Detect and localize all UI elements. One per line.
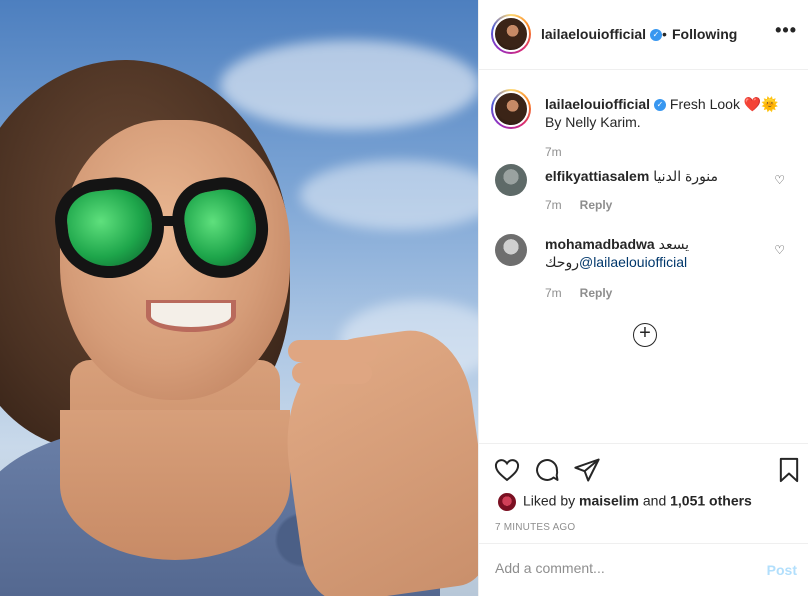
caption-author-avatar[interactable] xyxy=(491,89,531,129)
sunglasses-lens-right xyxy=(166,170,276,286)
photo-cloud xyxy=(300,160,478,230)
post-actions: Liked by maiselim and 1,051 others 7 MIN… xyxy=(479,443,808,543)
commenter-avatar[interactable] xyxy=(495,164,527,196)
photo-finger xyxy=(292,362,372,384)
liker-avatar[interactable] xyxy=(497,492,517,512)
photo-finger xyxy=(288,340,378,362)
verified-badge-icon: ✓ xyxy=(654,99,667,112)
comment-text: يسعد xyxy=(658,236,690,252)
photo-neckline xyxy=(60,410,290,560)
caption-text: Fresh Look ❤️🌞 xyxy=(669,96,779,112)
comment-username[interactable]: mohamadbadwa xyxy=(545,236,655,252)
add-comment-input[interactable] xyxy=(495,560,745,576)
likes-connector: and xyxy=(642,492,667,509)
more-options-icon[interactable]: ••• xyxy=(775,20,797,41)
heart-icon[interactable] xyxy=(493,456,521,484)
post-photo[interactable] xyxy=(0,0,478,596)
comment-icon[interactable] xyxy=(533,456,561,484)
bookmark-icon[interactable] xyxy=(775,456,803,484)
likes-prefix: Liked by xyxy=(523,492,576,509)
liker-username[interactable]: maiselim xyxy=(579,493,639,509)
photo-smile xyxy=(146,300,236,332)
post-header: lailaelouiofficial ✓ • Following ••• xyxy=(479,0,808,70)
comment-age[interactable]: 7m xyxy=(545,286,562,300)
post-comment-button[interactable]: Post xyxy=(767,562,797,578)
verified-badge-icon: ✓ xyxy=(650,29,663,42)
comment-username[interactable]: elfikyattiasalem xyxy=(545,168,649,184)
caption: lailaelouiofficial ✓ Fresh Look ❤️🌞 By Ne… xyxy=(545,95,795,131)
comment: mohamadbadwa يسعد روحك@lailaelouiofficia… xyxy=(545,235,775,271)
reply-button[interactable]: Reply xyxy=(580,198,613,212)
following-button[interactable]: Following xyxy=(672,26,737,42)
sunglasses-lens-left xyxy=(51,172,169,284)
comment-age[interactable]: 7m xyxy=(545,198,562,212)
share-icon[interactable] xyxy=(573,456,601,484)
header-separator: • xyxy=(662,26,667,42)
commenter-avatar[interactable] xyxy=(495,234,527,266)
comment-like-heart-icon[interactable]: ♡ xyxy=(774,173,785,187)
comment-meta: 7m Reply xyxy=(545,198,612,212)
instagram-post-modal: lailaelouiofficial ✓ • Following ••• lail… xyxy=(0,0,808,596)
caption-meta: 7m xyxy=(545,145,562,159)
comment-like-heart-icon[interactable]: ♡ xyxy=(774,243,785,257)
comment-text-after: روحك xyxy=(545,254,579,270)
comment-text: منورة الدنيا xyxy=(653,168,719,184)
caption-text-line2: By Nelly Karim. xyxy=(545,114,641,130)
likes-summary: Liked by maiselim and 1,051 others xyxy=(497,492,752,512)
comments-section: lailaelouiofficial ✓ Fresh Look ❤️🌞 By Ne… xyxy=(479,71,808,443)
caption-age[interactable]: 7m xyxy=(545,145,562,159)
photo-sunglasses xyxy=(51,170,276,288)
add-comment-bar: Post xyxy=(479,543,808,596)
comment-meta: 7m Reply xyxy=(545,286,612,300)
comment-mention[interactable]: @lailaelouiofficial xyxy=(579,254,687,270)
post-side-panel: lailaelouiofficial ✓ • Following ••• lail… xyxy=(478,0,808,596)
caption-username[interactable]: lailaelouiofficial xyxy=(545,96,650,112)
author-avatar[interactable] xyxy=(491,14,531,54)
photo-cloud xyxy=(220,40,478,130)
load-more-comments-icon[interactable]: + xyxy=(633,323,657,347)
author-username[interactable]: lailaelouiofficial xyxy=(541,26,646,42)
reply-button[interactable]: Reply xyxy=(580,286,613,300)
comment: elfikyattiasalem منورة الدنيا xyxy=(545,167,775,185)
likes-others-link[interactable]: 1,051 others xyxy=(670,493,752,509)
post-timestamp[interactable]: 7 MINUTES AGO xyxy=(495,522,575,533)
